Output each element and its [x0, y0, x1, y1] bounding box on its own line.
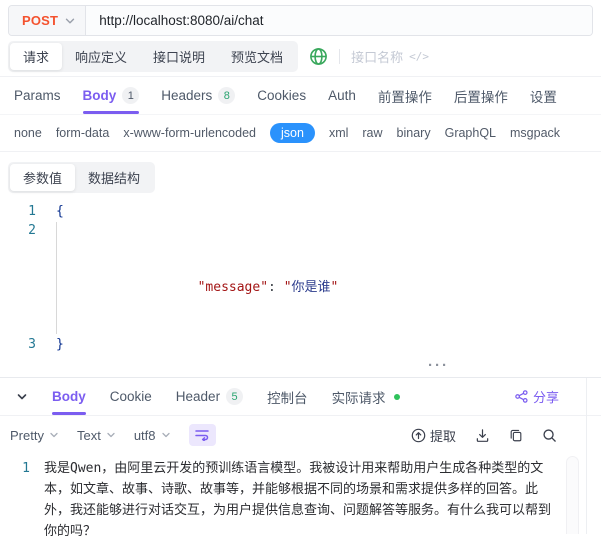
body-type-raw[interactable]: raw [362, 126, 382, 140]
download-icon [475, 428, 490, 443]
doc-tabs: 请求 响应定义 接口说明 预览文档 [8, 40, 299, 72]
json-separator: : [268, 280, 284, 295]
tab-settings[interactable]: 设置 [530, 77, 557, 114]
body-count-badge: 1 [122, 87, 140, 104]
editor-line: 1 { [0, 202, 601, 221]
response-text: 我是Qwen，由阿里云开发的预训练语言模型。我被设计用来帮助用户生成各种类型的文… [44, 461, 552, 539]
api-name-placeholder: 接口名称 [351, 49, 404, 65]
tab-preview-docs[interactable]: 预览文档 [218, 43, 296, 70]
search-button[interactable] [542, 428, 557, 443]
tab-request[interactable]: 请求 [10, 42, 63, 70]
globe-icon [309, 47, 328, 66]
method-label: POST [22, 13, 59, 28]
body-type-json[interactable]: json [270, 123, 315, 143]
request-url-bar: POST http://localhost:8080/ai/chat [8, 5, 593, 36]
body-type-graphql[interactable]: GraphQL [445, 126, 496, 140]
body-type-form-data[interactable]: form-data [56, 126, 110, 140]
response-header-count-badge: 5 [226, 388, 244, 405]
tab-response-header[interactable]: Header 5 [176, 378, 244, 415]
word-wrap-toggle[interactable] [188, 424, 216, 446]
share-label: 分享 [532, 390, 559, 405]
url-input[interactable]: http://localhost:8080/ai/chat [86, 6, 592, 35]
body-type-urlencoded[interactable]: x-www-form-urlencoded [123, 126, 256, 140]
close-brace: } [56, 337, 64, 352]
tab-body[interactable]: Body 1 [82, 77, 140, 114]
response-panel: Body Cookie Header 5 控制台 实际请求 分享 Pretty … [0, 377, 601, 539]
line-number: 2 [28, 223, 36, 238]
tab-console[interactable]: 控制台 [267, 378, 308, 415]
tab-response-definition[interactable]: 响应定义 [62, 43, 140, 70]
tab-cookies[interactable]: Cookies [257, 77, 306, 114]
copy-icon [509, 428, 523, 443]
tab-pre-operations[interactable]: 前置操作 [378, 77, 432, 114]
line-number: 3 [28, 337, 36, 352]
body-type-selector: none form-data x-www-form-urlencoded jso… [0, 115, 601, 152]
tab-params[interactable]: Params [14, 77, 61, 114]
request-body-editor[interactable]: 1 { 2 "message": "你是谁" 3 } [0, 202, 601, 354]
extract-label: 提取 [429, 428, 456, 444]
word-wrap-icon [195, 429, 209, 441]
tab-actual-request[interactable]: 实际请求 [332, 378, 400, 415]
tab-response-body[interactable]: Body [52, 378, 86, 415]
tab-auth[interactable]: Auth [328, 77, 356, 114]
collapse-panel-icon[interactable] [16, 391, 28, 403]
body-type-binary[interactable]: binary [397, 126, 431, 140]
response-actions: 提取 [411, 426, 557, 445]
response-scrollbar[interactable] [566, 456, 579, 534]
tab-response-cookie[interactable]: Cookie [110, 378, 152, 415]
chevron-down-icon [65, 16, 75, 26]
indent-guide [56, 222, 57, 334]
response-toolbar: Pretty Text utf8 提取 [0, 416, 601, 454]
extract-icon [411, 428, 426, 443]
response-tabs: Body Cookie Header 5 控制台 实际请求 分享 [0, 378, 601, 416]
code-brackets-icon: </> [409, 49, 429, 63]
quote: " [330, 280, 339, 295]
headers-count-badge: 8 [218, 87, 236, 104]
panel-resize-handle[interactable]: ··· [428, 358, 449, 373]
line-number: 1 [28, 204, 36, 219]
quote: " [283, 280, 292, 295]
panel-right-divider [586, 378, 587, 534]
view-dropdown[interactable]: Text [77, 428, 116, 443]
json-value: 你是谁 [291, 280, 331, 295]
extract-button[interactable]: 提取 [411, 426, 456, 445]
tab-headers[interactable]: Headers 8 [161, 77, 236, 114]
divider [339, 48, 341, 64]
api-name-field[interactable]: 接口名称 </> [351, 47, 429, 66]
body-editor-tabs-row: 参数值 数据结构 [0, 152, 601, 202]
body-type-xml[interactable]: xml [329, 126, 348, 140]
share-icon [515, 390, 528, 403]
tab-post-operations[interactable]: 后置操作 [454, 77, 508, 114]
json-key: "message" [197, 280, 269, 295]
body-editor-tabs: 参数值 数据结构 [8, 162, 156, 193]
status-dot [393, 393, 400, 400]
doc-tabs-row: 请求 响应定义 接口说明 预览文档 接口名称 </> [0, 36, 601, 77]
tab-api-description[interactable]: 接口说明 [140, 43, 218, 70]
open-brace: { [56, 204, 64, 219]
search-icon [542, 428, 557, 443]
editor-line: 2 "message": "你是谁" [0, 221, 601, 335]
request-tabs: Params Body 1 Headers 8 Cookies Auth 前置操… [0, 77, 601, 115]
copy-button[interactable] [509, 428, 523, 443]
body-type-none[interactable]: none [14, 126, 42, 140]
method-dropdown[interactable]: POST [9, 6, 87, 35]
editor-line: 3 } [0, 335, 601, 354]
response-line-number: 1 [22, 461, 30, 476]
format-dropdown[interactable]: Pretty [10, 428, 59, 443]
share-button[interactable]: 分享 [515, 387, 559, 406]
download-button[interactable] [475, 428, 490, 443]
encoding-dropdown[interactable]: utf8 [134, 428, 171, 443]
tab-param-value[interactable]: 参数值 [10, 164, 76, 191]
body-type-msgpack[interactable]: msgpack [510, 126, 560, 140]
tab-data-schema[interactable]: 数据结构 [75, 164, 153, 191]
